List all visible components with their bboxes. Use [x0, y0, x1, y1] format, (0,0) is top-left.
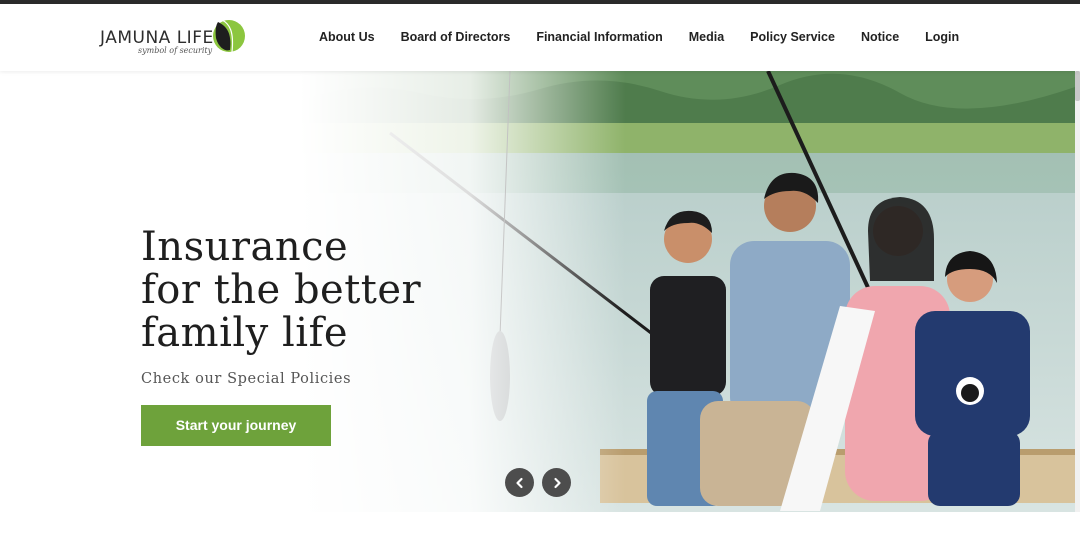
- slider-prev-button[interactable]: [505, 468, 534, 497]
- site-logo[interactable]: JAMUNA LIFE symbol of security: [100, 16, 250, 60]
- logo-tagline: symbol of security: [138, 46, 213, 55]
- nav-media[interactable]: Media: [689, 30, 724, 44]
- site-header: JAMUNA LIFE symbol of security About Us …: [0, 4, 1080, 71]
- start-journey-button[interactable]: Start your journey: [141, 405, 331, 446]
- hero-slider: Insurance for the better family life Che…: [0, 71, 1075, 512]
- main-nav: About Us Board of Directors Financial In…: [306, 30, 972, 44]
- nav-notice[interactable]: Notice: [861, 30, 899, 44]
- nav-login[interactable]: Login: [925, 30, 959, 44]
- hero-title: Insurance for the better family life: [141, 224, 422, 356]
- chevron-right-icon: [553, 477, 561, 488]
- hero-copy: Insurance for the better family life Che…: [141, 226, 461, 446]
- logo-name: JAMUNA LIFE: [100, 28, 214, 48]
- page-scrollbar-thumb[interactable]: [1075, 71, 1080, 101]
- hero-subtitle: Check our Special Policies: [141, 371, 352, 387]
- nav-financial-information[interactable]: Financial Information: [536, 30, 662, 44]
- nav-board-of-directors[interactable]: Board of Directors: [401, 30, 511, 44]
- slider-next-button[interactable]: [542, 468, 571, 497]
- nav-policy-service[interactable]: Policy Service: [750, 30, 835, 44]
- page-scrollbar-track[interactable]: [1075, 71, 1080, 512]
- logo-mark-icon: [213, 19, 245, 53]
- nav-about-us[interactable]: About Us: [319, 30, 375, 44]
- chevron-left-icon: [515, 477, 523, 488]
